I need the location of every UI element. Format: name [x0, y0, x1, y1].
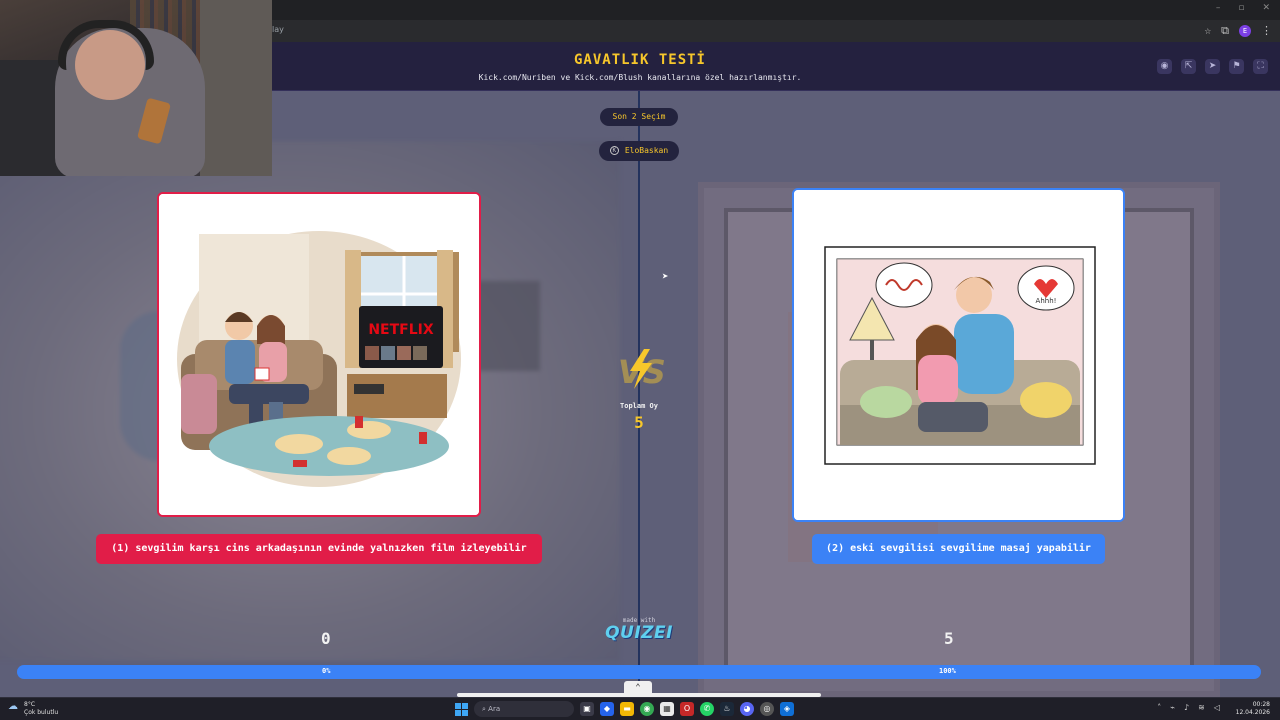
vote-progress-bar: 0% 100% — [17, 665, 1261, 679]
netflix-logo: NETFLIX — [368, 322, 434, 338]
taskbar-apps: ⌕ Ara ▣ ◆ ▬ ◉ ▦ O ✆ ♨ ◕ ◎ ◈ — [455, 701, 794, 717]
flag-icon[interactable]: ⚑ — [1229, 59, 1244, 74]
option-1-card[interactable]: NETFLIX — [157, 192, 481, 517]
microphone-icon[interactable]: ♪ — [1184, 703, 1189, 712]
clock[interactable]: 00:28 12.04.2026 — [1236, 701, 1270, 717]
cloud-icon: ☁ — [8, 701, 18, 712]
maximize-icon[interactable]: ▫ — [1238, 3, 1244, 13]
file-explorer-icon[interactable]: ▬ — [620, 702, 634, 716]
option-2-percent: 100% — [939, 667, 956, 675]
copilot-icon[interactable]: ◆ — [600, 702, 614, 716]
url-text[interactable]: lay — [272, 25, 284, 34]
browser-menu-icon[interactable]: ⋮ — [1261, 24, 1272, 38]
wifi-icon[interactable]: ≋ — [1198, 703, 1205, 712]
chevron-up-icon[interactable]: ˄ — [1157, 703, 1161, 712]
kick-icon: K — [609, 146, 619, 155]
option-1-vote-count: 0 — [321, 629, 331, 648]
eye-icon[interactable]: ◉ — [1157, 59, 1172, 74]
total-votes-label: Toplam Oy — [620, 402, 658, 410]
taskbar-search[interactable]: ⌕ Ara — [474, 701, 574, 717]
massage-illustration: Ahhh! — [794, 190, 1123, 520]
discord-icon[interactable]: ◕ — [740, 702, 754, 716]
weather-desc: Çok bulutlu — [24, 709, 59, 716]
user-badge: K EloBaskan — [599, 141, 679, 161]
option-2-label[interactable]: (2) eski sevgilisi sevgilime masaj yapab… — [812, 534, 1105, 564]
share-icon[interactable]: ⇱ — [1181, 59, 1196, 74]
minimize-icon[interactable]: – — [1216, 3, 1221, 13]
profile-avatar[interactable]: E — [1239, 25, 1251, 37]
opera-icon[interactable]: O — [680, 702, 694, 716]
extensions-icon[interactable]: ⧉ — [1221, 24, 1229, 38]
option-1-label[interactable]: (1) sevgilim karşı cins arkadaşının evin… — [96, 534, 542, 564]
close-icon[interactable]: ✕ — [1262, 3, 1270, 13]
address-bar-icons: ☆ ⧉ E ⋮ — [1205, 24, 1272, 38]
volume-icon[interactable]: ◁ — [1214, 703, 1220, 712]
weather-widget[interactable]: ☁ 8°C Çok bulutlu — [8, 701, 58, 717]
center-divider — [638, 91, 640, 697]
whatsapp-icon[interactable]: ✆ — [700, 702, 714, 716]
taskbar: ☁ 8°C Çok bulutlu ⌕ Ara ▣ ◆ ▬ ◉ ▦ O ✆ ♨ … — [0, 697, 1280, 720]
bubble-text: Ahhh! — [1036, 297, 1057, 305]
clock-time: 00:28 — [1252, 701, 1270, 708]
windows-start-icon[interactable] — [455, 702, 468, 716]
screen: – ▫ ✕ lay ☆ ⧉ E ⋮ GAVATLIK TESTİ Kick.co… — [0, 0, 1280, 720]
option-1-percent: 0% — [322, 667, 331, 675]
webcam-overlay — [0, 0, 272, 176]
weather-temp: 8°C — [24, 701, 36, 708]
option-2-card[interactable]: Ahhh! — [792, 188, 1125, 522]
header-actions: ◉ ⇱ ➤ ⚑ ⛶ — [1157, 59, 1268, 74]
calendar-icon[interactable]: ▦ — [660, 702, 674, 716]
fullscreen-icon[interactable]: ⛶ — [1253, 59, 1268, 74]
app-icon[interactable]: ◈ — [780, 702, 794, 716]
movie-night-illustration: NETFLIX — [159, 194, 479, 515]
total-votes-value: 5 — [634, 413, 644, 432]
mouse-cursor-icon: ➤ — [662, 270, 669, 283]
clock-date: 12.04.2026 — [1235, 709, 1270, 716]
quizei-logo[interactable]: QUIZEI — [600, 623, 678, 643]
system-tray: ˄ ⌁ ♪ ≋ ◁ — [1157, 703, 1220, 712]
task-view-icon[interactable]: ▣ — [580, 702, 594, 716]
quiz-area: Son 2 Seçim K EloBaskan NETFLIX (1) sevg… — [0, 91, 1280, 697]
window-controls: – ▫ ✕ — [1216, 3, 1270, 13]
network-icon[interactable]: ⌁ — [1170, 703, 1175, 712]
chrome-icon[interactable]: ◉ — [640, 702, 654, 716]
send-icon[interactable]: ➤ — [1205, 59, 1220, 74]
option-2-vote-count: 5 — [944, 629, 954, 648]
steam-icon[interactable]: ♨ — [720, 702, 734, 716]
round-badge: Son 2 Seçim — [600, 108, 678, 126]
user-name: EloBaskan — [624, 146, 669, 155]
obs-icon[interactable]: ◎ — [760, 702, 774, 716]
vs-icon: VS — [618, 349, 666, 391]
bookmark-star-icon[interactable]: ☆ — [1205, 24, 1212, 38]
